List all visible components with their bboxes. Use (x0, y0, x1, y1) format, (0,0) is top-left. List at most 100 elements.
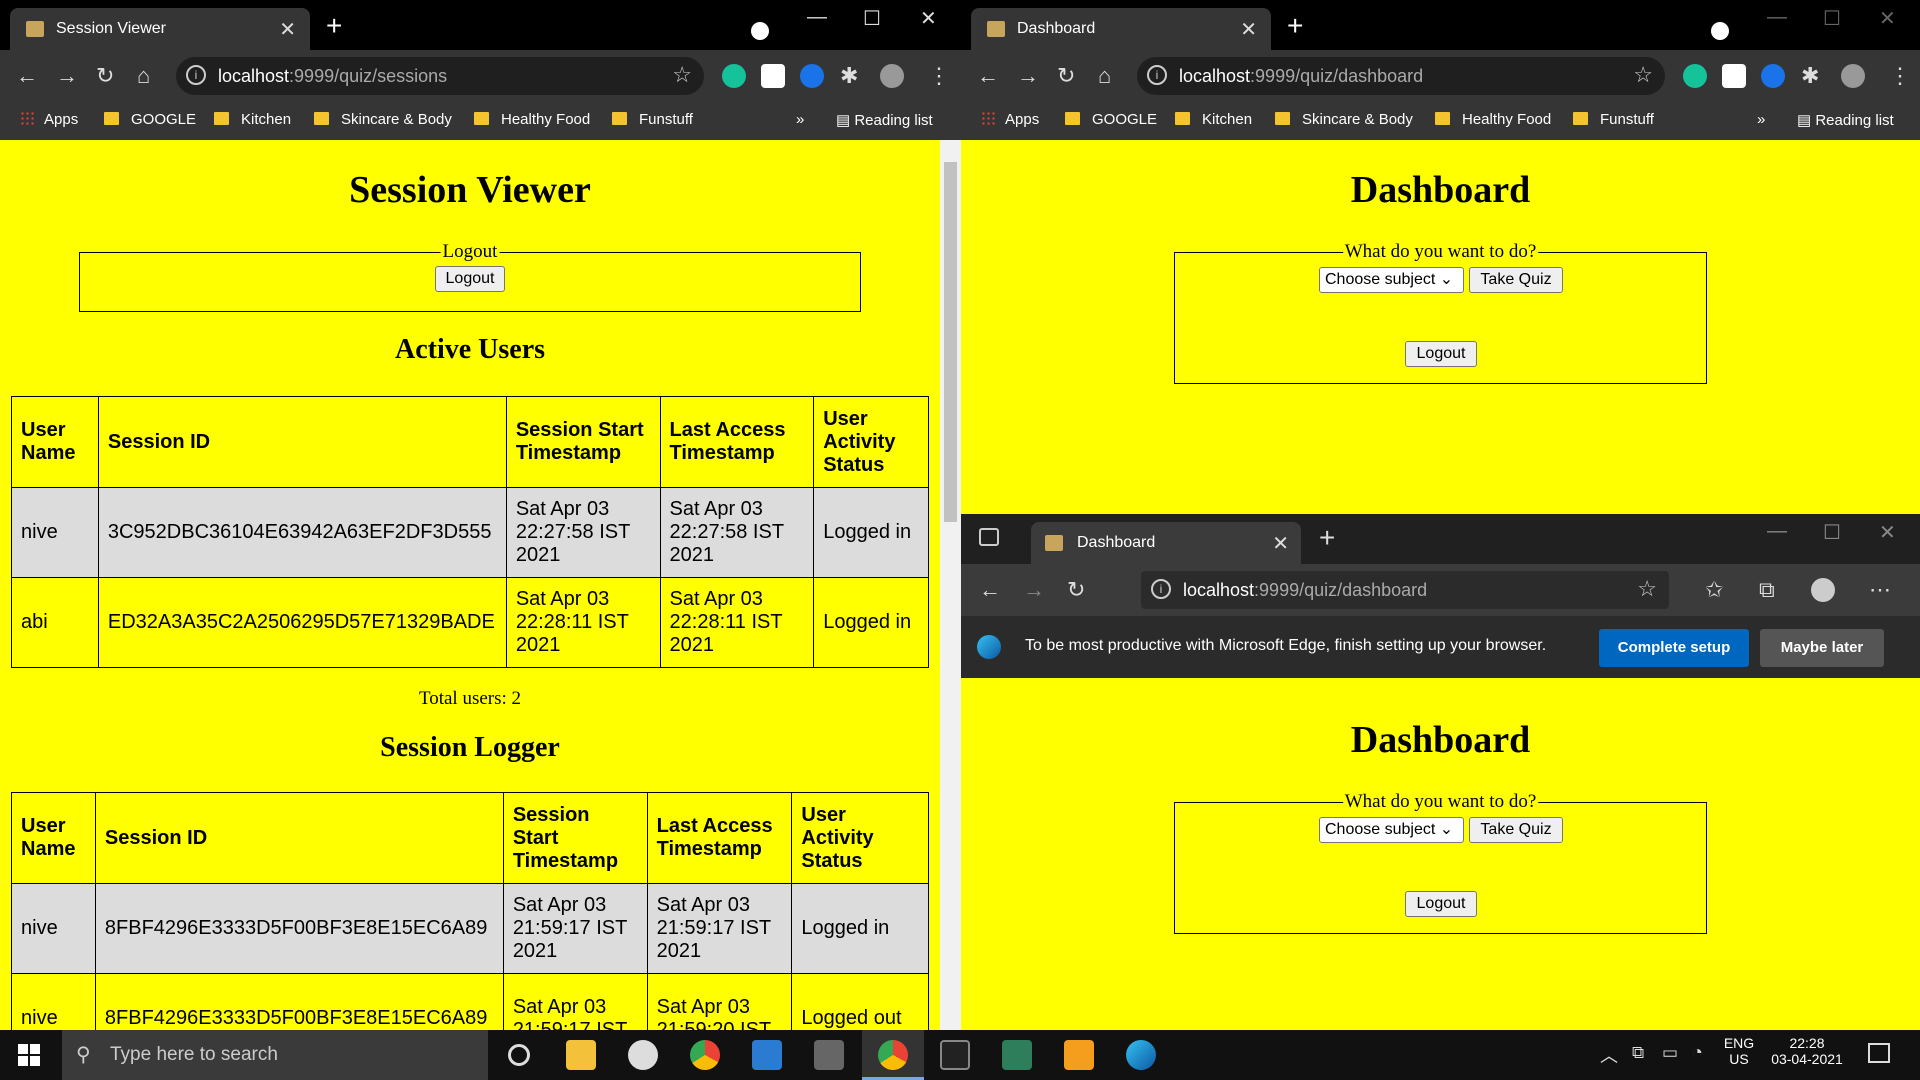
new-tab-icon[interactable]: + (326, 10, 342, 42)
subject-select[interactable]: Choose subject ⌄ (1319, 267, 1464, 293)
address-bar[interactable]: i localhost:9999/quiz/dashboard ☆ (1141, 571, 1669, 609)
bookmark-google[interactable]: GOOGLE (104, 111, 196, 128)
tab-session-viewer[interactable]: Session Viewer ✕ (10, 8, 310, 50)
tab-actions-icon[interactable] (979, 528, 999, 546)
maximize-icon[interactable]: ☐ (1823, 520, 1841, 545)
terminal-icon[interactable] (940, 1040, 970, 1070)
windows-start-icon[interactable] (18, 1044, 40, 1066)
extension-icon[interactable] (1761, 64, 1785, 88)
maximize-icon[interactable]: ☐ (1823, 6, 1841, 31)
menu-icon[interactable]: ⋮ (1889, 63, 1911, 89)
clock[interactable]: 22:28 03-04-2021 (1768, 1035, 1846, 1067)
window-close-icon[interactable]: ✕ (1879, 6, 1896, 31)
wifi-icon[interactable]: ◔ (1692, 1042, 1703, 1063)
notion-extension-icon[interactable] (761, 64, 785, 88)
bookmark-skincare[interactable]: Skincare & Body (1275, 111, 1413, 128)
bookmark-kitchen[interactable]: Kitchen (1175, 111, 1252, 128)
tab-dashboard[interactable]: Dashboard ✕ (971, 8, 1271, 50)
window-close-icon[interactable]: ✕ (920, 6, 937, 31)
taskbar-search-box[interactable]: ⚲ Type here to search (62, 1030, 488, 1080)
logout-button[interactable]: Logout (1405, 891, 1477, 917)
app-icon[interactable] (628, 1040, 658, 1070)
tab-dashboard[interactable]: Dashboard ✕ (1031, 522, 1301, 564)
notion-extension-icon[interactable] (1722, 64, 1746, 88)
back-icon[interactable]: ← (979, 577, 1001, 603)
home-icon[interactable]: ⌂ (1098, 63, 1111, 89)
chrome-icon[interactable] (690, 1040, 720, 1070)
home-icon[interactable]: ⌂ (137, 63, 150, 89)
bookmark-healthy-food[interactable]: Healthy Food (1435, 111, 1551, 128)
bookmark-star-icon[interactable]: ☆ (1633, 62, 1653, 88)
reload-icon[interactable]: ↻ (1057, 63, 1075, 89)
calculator-icon[interactable] (814, 1040, 844, 1070)
complete-setup-button[interactable]: Complete setup (1599, 629, 1749, 667)
menu-icon[interactable]: ⋮ (928, 63, 950, 89)
bookmark-star-icon[interactable]: ☆ (672, 62, 692, 88)
minimize-icon[interactable]: — (807, 6, 827, 29)
battery-icon[interactable]: ▭ (1662, 1043, 1678, 1063)
site-info-icon[interactable]: i (1147, 65, 1167, 85)
scrollbar-thumb[interactable] (944, 162, 957, 522)
collections-icon[interactable]: ⧉ (1759, 577, 1775, 603)
reading-list[interactable]: ▤ Reading list (1797, 111, 1894, 129)
bookmark-apps[interactable]: Apps (981, 111, 1039, 128)
reload-icon[interactable]: ↻ (1067, 577, 1085, 603)
profile-avatar[interactable] (880, 64, 904, 88)
maybe-later-button[interactable]: Maybe later (1760, 629, 1884, 667)
cortana-icon[interactable] (508, 1044, 530, 1066)
add-favorite-icon[interactable]: ☆ (1637, 576, 1657, 602)
bookmark-kitchen[interactable]: Kitchen (214, 111, 291, 128)
site-info-icon[interactable]: i (186, 65, 206, 85)
close-tab-icon[interactable]: ✕ (279, 17, 296, 42)
back-icon[interactable]: ← (16, 63, 38, 89)
bookmarks-overflow-icon[interactable]: » (1757, 111, 1765, 128)
grammarly-extension-icon[interactable] (1683, 64, 1707, 88)
app-icon[interactable] (752, 1040, 782, 1070)
extensions-puzzle-icon[interactable]: ✱ (1801, 63, 1819, 89)
minimize-icon[interactable]: — (1767, 520, 1787, 543)
page-scrollbar[interactable] (940, 140, 961, 1030)
address-bar[interactable]: i localhost:9999/quiz/dashboard ☆ (1137, 57, 1665, 95)
chrome-icon[interactable] (878, 1040, 908, 1070)
back-icon[interactable]: ← (977, 63, 999, 89)
logout-button[interactable]: Logout (435, 266, 505, 292)
forward-icon[interactable]: → (56, 63, 78, 89)
subject-select[interactable]: Choose subject ⌄ (1319, 817, 1464, 843)
extensions-puzzle-icon[interactable]: ✱ (840, 63, 858, 89)
file-explorer-icon[interactable] (566, 1040, 596, 1070)
grammarly-extension-icon[interactable] (722, 64, 746, 88)
close-tab-icon[interactable]: ✕ (1272, 531, 1289, 556)
bookmark-skincare[interactable]: Skincare & Body (314, 111, 452, 128)
reading-list[interactable]: ▤ Reading list (836, 111, 933, 129)
chevron-up-icon[interactable]: ︿ (1600, 1042, 1618, 1068)
notifications-icon[interactable] (1868, 1043, 1890, 1063)
favorites-icon[interactable]: ✩ (1705, 577, 1723, 603)
close-tab-icon[interactable]: ✕ (1240, 17, 1257, 42)
sublime-text-icon[interactable] (1064, 1040, 1094, 1070)
language-indicator[interactable]: ENG US (1722, 1035, 1756, 1067)
bookmark-google[interactable]: GOOGLE (1065, 111, 1157, 128)
edge-icon[interactable] (1126, 1040, 1156, 1070)
maximize-icon[interactable]: ☐ (863, 6, 881, 31)
take-quiz-button[interactable]: Take Quiz (1469, 267, 1563, 293)
bookmark-apps[interactable]: Apps (20, 111, 78, 128)
site-info-icon[interactable]: i (1151, 579, 1171, 599)
extension-icon[interactable] (800, 64, 824, 88)
take-quiz-button[interactable]: Take Quiz (1469, 817, 1563, 843)
new-tab-icon[interactable]: + (1287, 10, 1303, 42)
address-bar[interactable]: i localhost:9999/quiz/sessions ☆ (176, 57, 704, 95)
bookmarks-overflow-icon[interactable]: » (796, 111, 804, 128)
forward-icon[interactable]: → (1017, 63, 1039, 89)
settings-more-icon[interactable]: ⋯ (1869, 577, 1891, 603)
app-icon[interactable] (1002, 1040, 1032, 1070)
tab-search-icon[interactable] (1711, 22, 1729, 40)
device-icon[interactable]: ⧉ (1632, 1043, 1644, 1063)
tab-search-icon[interactable] (751, 22, 769, 40)
bookmark-funstuff[interactable]: Funstuff (612, 111, 693, 128)
logout-button[interactable]: Logout (1405, 341, 1477, 367)
window-close-icon[interactable]: ✕ (1879, 520, 1896, 545)
minimize-icon[interactable]: — (1767, 6, 1787, 29)
profile-avatar[interactable] (1811, 578, 1835, 602)
reload-icon[interactable]: ↻ (96, 63, 114, 89)
new-tab-icon[interactable]: + (1319, 522, 1335, 554)
